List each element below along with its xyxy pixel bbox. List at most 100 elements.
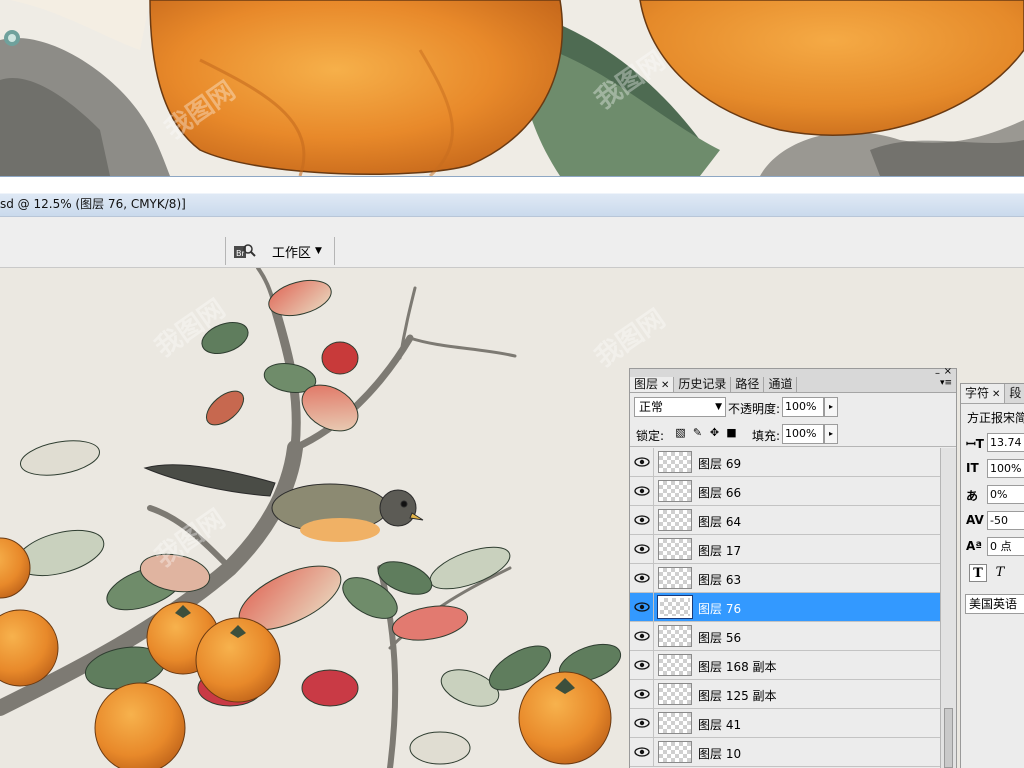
- layer-name[interactable]: 图层 76: [698, 600, 741, 617]
- layer-name[interactable]: 图层 56: [698, 629, 741, 646]
- font-size-input[interactable]: 13.74 点: [987, 433, 1024, 452]
- lock-paint-icon[interactable]: ✎: [691, 426, 704, 439]
- visibility-eye-icon[interactable]: [634, 542, 650, 556]
- layer-thumbnail[interactable]: [658, 654, 692, 676]
- faux-italic-button[interactable]: T: [991, 564, 1009, 582]
- lock-position-icon[interactable]: ✥: [708, 426, 721, 439]
- layer-row[interactable]: 图层 63: [630, 564, 940, 593]
- opacity-slider-arrow-icon[interactable]: ▸: [824, 397, 838, 417]
- layer-thumbnail[interactable]: [658, 538, 692, 560]
- language-select[interactable]: 美国英语: [965, 594, 1024, 614]
- layer-name[interactable]: 图层 69: [698, 455, 741, 472]
- workspace-menu-button[interactable]: 工作区 ▼: [272, 241, 322, 261]
- separator: [653, 535, 654, 564]
- layer-name[interactable]: 图层 63: [698, 571, 741, 588]
- tab-layers[interactable]: 图层 ✕: [630, 377, 675, 392]
- layer-row[interactable]: 图层 66: [630, 477, 940, 506]
- photoshop-screen: 我图网 我图网 sd @ 12.5% (图层 76, CMYK/8)] Br 工…: [0, 0, 1024, 768]
- layer-name[interactable]: 图层 66: [698, 484, 741, 501]
- document-title-bar[interactable]: sd @ 12.5% (图层 76, CMYK/8)]: [0, 176, 1024, 216]
- visibility-eye-icon[interactable]: [634, 745, 650, 759]
- tab-channels[interactable]: 通道: [764, 377, 798, 392]
- layer-thumbnail[interactable]: [658, 712, 692, 734]
- layers-panel-tabs: 图层 ✕ 历史记录 路径 通道 ▾≡: [630, 377, 956, 393]
- scrollbar-thumb[interactable]: [944, 708, 953, 768]
- layer-thumbnail[interactable]: [658, 480, 692, 502]
- layer-name[interactable]: 图层 17: [698, 542, 741, 559]
- layer-row[interactable]: 图层 56: [630, 622, 940, 651]
- layer-thumbnail[interactable]: [657, 595, 693, 619]
- fill-input[interactable]: 100%: [782, 424, 824, 444]
- lock-all-icon[interactable]: ■: [725, 426, 738, 439]
- layer-row[interactable]: 图层 168 副本: [630, 651, 940, 680]
- tab-history[interactable]: 历史记录: [674, 377, 732, 392]
- layer-name[interactable]: 图层 168 副本: [698, 658, 777, 675]
- visibility-eye-icon[interactable]: [634, 571, 650, 585]
- baseline-shift-input[interactable]: 0 点: [987, 537, 1024, 556]
- faux-bold-button[interactable]: T: [969, 564, 987, 582]
- baseline-shift-icon: Aª: [966, 539, 983, 553]
- layer-thumbnail[interactable]: [658, 509, 692, 531]
- font-family-row[interactable]: 方正报宋简: [961, 404, 1024, 430]
- layer-name[interactable]: 图层 125 副本: [698, 687, 777, 704]
- panel-menu-icon[interactable]: ▾≡: [940, 378, 952, 388]
- layer-thumbnail[interactable]: [658, 451, 692, 473]
- bridge-icon[interactable]: Br: [232, 241, 256, 261]
- lock-row: 锁定: ▧ ✎ ✥ ■ 填充: 100% ▸: [630, 421, 956, 447]
- tracking-row: AV -50: [961, 508, 1024, 534]
- close-icon[interactable]: ✕: [992, 389, 1000, 400]
- vertical-scale-input[interactable]: 100%: [987, 459, 1024, 478]
- layer-thumbnail[interactable]: [658, 741, 692, 763]
- tab-paragraph[interactable]: 段: [1005, 384, 1024, 403]
- visibility-eye-icon[interactable]: [634, 484, 650, 498]
- tab-character[interactable]: 字符 ✕: [961, 384, 1006, 403]
- close-icon[interactable]: ✕: [661, 380, 669, 391]
- visibility-eye-icon[interactable]: [634, 716, 650, 730]
- close-icon[interactable]: ×: [944, 366, 952, 377]
- visibility-eye-icon[interactable]: [634, 687, 650, 701]
- visibility-eye-icon[interactable]: [634, 513, 650, 527]
- separator: [653, 506, 654, 535]
- visibility-eye-icon[interactable]: [634, 658, 650, 672]
- tsume-input[interactable]: 0%: [987, 485, 1024, 504]
- font-size-icon: ꟷT: [966, 437, 984, 451]
- layer-row[interactable]: 图层 125 副本: [630, 680, 940, 709]
- layer-row[interactable]: 图层 17: [630, 535, 940, 564]
- separator: [225, 237, 226, 265]
- options-bar: Br 工作区 ▼: [0, 216, 1024, 268]
- layer-name[interactable]: 图层 64: [698, 513, 741, 530]
- visibility-eye-icon[interactable]: [634, 455, 650, 469]
- layer-row[interactable]: 图层 76: [630, 593, 940, 622]
- layer-thumbnail[interactable]: [658, 567, 692, 589]
- layers-panel: – × 图层 ✕ 历史记录 路径 通道 ▾≡ 正常 ▼ 不透明度: 100% ▸ …: [629, 366, 957, 768]
- layer-row[interactable]: 图层 41: [630, 709, 940, 738]
- tab-label: 图层: [634, 377, 659, 391]
- type-style-row: T T: [961, 560, 1024, 590]
- tab-paths[interactable]: 路径: [731, 377, 765, 392]
- layer-thumbnail[interactable]: [658, 683, 692, 705]
- visibility-eye-icon[interactable]: [634, 629, 650, 643]
- fill-label: 填充:: [752, 429, 781, 443]
- panel-header[interactable]: – ×: [630, 366, 956, 379]
- separator: [653, 477, 654, 506]
- tab-label: 通道: [768, 377, 793, 391]
- layer-name[interactable]: 图层 10: [698, 745, 741, 762]
- layer-list-scrollbar[interactable]: [940, 448, 956, 768]
- layer-thumbnail[interactable]: [658, 625, 692, 647]
- workspace-label: 工作区: [272, 245, 312, 261]
- blend-mode-select[interactable]: 正常 ▼: [634, 397, 726, 417]
- chevron-down-icon: ▼: [315, 246, 322, 256]
- lock-transparency-icon[interactable]: ▧: [674, 426, 687, 439]
- layer-name[interactable]: 图层 41: [698, 716, 741, 733]
- fill-slider-arrow-icon[interactable]: ▸: [824, 424, 838, 444]
- layer-row[interactable]: 图层 69: [630, 448, 940, 477]
- layer-row[interactable]: 图层 64: [630, 506, 940, 535]
- tab-label: 路径: [735, 377, 760, 391]
- separator: [653, 593, 654, 622]
- layer-row[interactable]: 图层 10: [630, 738, 940, 767]
- opacity-input[interactable]: 100%: [782, 397, 824, 417]
- vertical-scale-row: IT 100%: [961, 456, 1024, 482]
- visibility-eye-icon[interactable]: [634, 600, 650, 614]
- tracking-input[interactable]: -50: [987, 511, 1024, 530]
- top-painting-preview: 我图网 我图网: [0, 0, 1024, 176]
